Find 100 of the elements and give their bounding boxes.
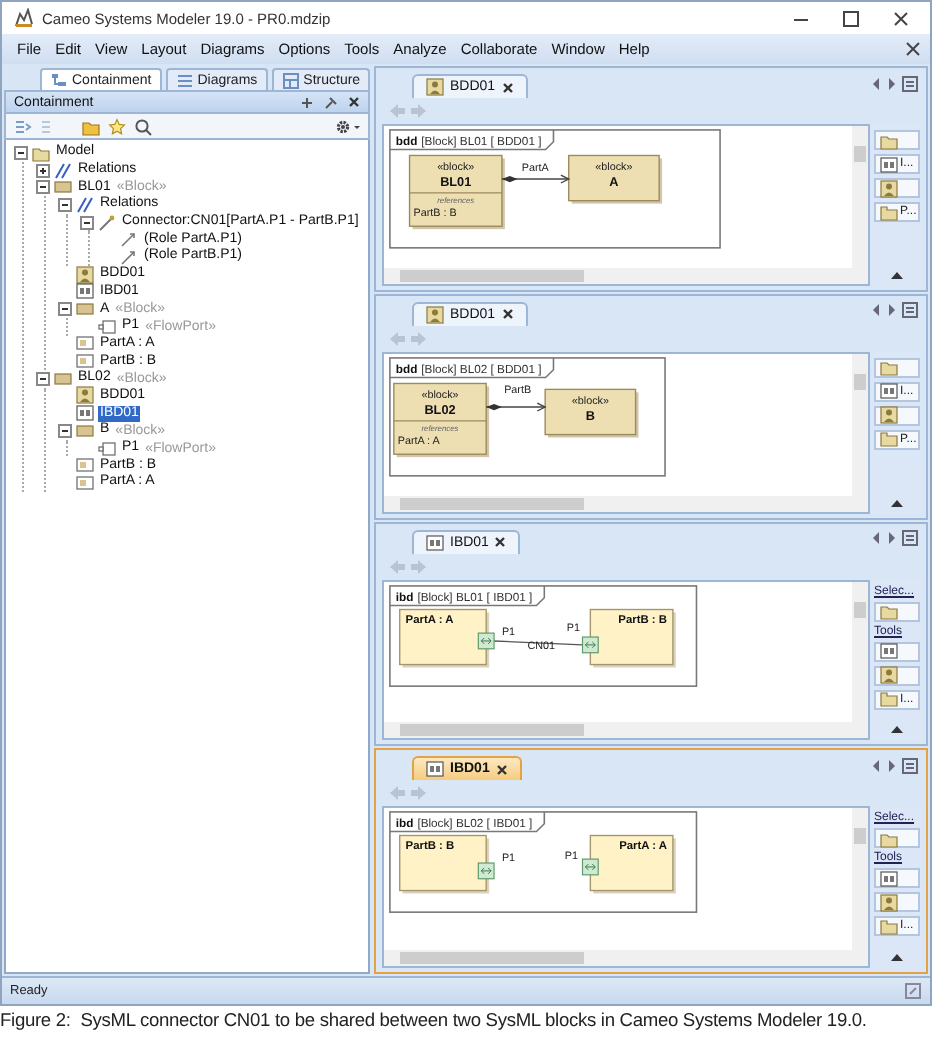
list-icon — [175, 71, 194, 89]
package-icon — [880, 917, 898, 936]
part-icon — [76, 473, 94, 492]
palette-tool[interactable] — [874, 178, 920, 198]
vertical-scrollbar[interactable] — [852, 126, 868, 268]
relation-icon — [76, 195, 94, 214]
folder-icon — [880, 829, 898, 848]
caret-up-icon[interactable] — [890, 724, 904, 735]
palette-tool[interactable] — [874, 641, 920, 661]
part-icon — [76, 456, 94, 475]
relation-icon — [54, 161, 72, 180]
vertical-scrollbar[interactable] — [852, 808, 868, 950]
collapse-toggle-icon[interactable] — [80, 215, 94, 230]
scroll-right-icon[interactable] — [886, 757, 898, 774]
diagram-icon — [880, 155, 898, 173]
horizontal-scrollbar[interactable] — [384, 722, 868, 739]
search-icon[interactable] — [134, 117, 152, 135]
scroll-left-icon[interactable] — [870, 530, 882, 546]
part-node — [399, 835, 490, 894]
app-icon — [14, 8, 34, 28]
diagram-icon — [880, 179, 898, 197]
vertical-scrollbar[interactable] — [852, 353, 868, 495]
palette-tool[interactable] — [874, 357, 920, 378]
block-icon — [54, 178, 72, 197]
association-line — [501, 174, 571, 184]
block-icon — [76, 300, 94, 319]
collapse-toggle-icon[interactable] — [36, 180, 50, 195]
diagram-icon — [426, 760, 444, 779]
caret-up-icon[interactable] — [890, 497, 904, 507]
block-node — [408, 154, 505, 230]
close-icon[interactable] — [494, 536, 507, 548]
caret-up-icon[interactable] — [890, 952, 904, 962]
palette-tool[interactable] — [874, 665, 920, 685]
diagram-icon — [880, 642, 898, 660]
palette-tool[interactable] — [874, 868, 920, 889]
palette-tool[interactable] — [874, 892, 920, 913]
expand-toggle-icon[interactable] — [36, 163, 50, 178]
role-icon — [120, 247, 138, 266]
vertical-scrollbar[interactable] — [852, 581, 868, 723]
package-icon — [880, 203, 898, 221]
diagram-icon — [76, 386, 94, 405]
tree-icon — [50, 71, 68, 89]
maximize-icon[interactable] — [842, 9, 860, 27]
folder-icon — [32, 143, 50, 162]
folder-icon — [880, 131, 898, 149]
caret-up-icon[interactable] — [890, 269, 904, 280]
scroll-right-icon[interactable] — [886, 530, 898, 546]
diagram-icon — [880, 869, 898, 888]
collapse-toggle-icon[interactable] — [58, 423, 72, 438]
scroll-left-icon[interactable] — [870, 75, 882, 91]
block-node — [544, 388, 639, 437]
close-icon[interactable] — [501, 308, 514, 321]
port-node — [477, 631, 495, 649]
resize-grip-icon — [904, 982, 922, 1000]
close-icon[interactable] — [348, 96, 360, 108]
part-node — [589, 835, 676, 894]
close-icon[interactable] — [501, 81, 514, 93]
horizontal-scrollbar[interactable] — [384, 495, 868, 511]
collapse-all-icon[interactable] — [14, 117, 32, 135]
palette-tool[interactable] — [874, 405, 920, 426]
part-node — [399, 607, 490, 667]
part-icon — [76, 334, 94, 353]
settings-icon[interactable] — [334, 117, 360, 135]
tab-list-icon[interactable] — [902, 530, 918, 546]
diagram-icon — [76, 404, 94, 423]
connector-line — [493, 639, 584, 645]
scroll-left-icon[interactable] — [870, 302, 882, 319]
port-icon — [98, 317, 116, 336]
connector-icon — [98, 213, 116, 232]
block-node — [393, 382, 490, 457]
block-node — [568, 154, 663, 204]
diagram-icon — [426, 305, 444, 324]
close-icon[interactable] — [904, 40, 922, 58]
port-node — [581, 859, 599, 876]
scroll-right-icon[interactable] — [886, 302, 898, 319]
diagram-icon — [76, 282, 94, 301]
port-node — [477, 862, 495, 880]
tab-list-icon[interactable] — [902, 757, 918, 774]
scroll-left-icon[interactable] — [870, 757, 882, 774]
horizontal-scrollbar[interactable] — [384, 950, 868, 966]
port-node — [581, 635, 599, 653]
diagram-icon — [880, 406, 898, 425]
collapse-toggle-icon[interactable] — [58, 302, 72, 317]
close-icon[interactable] — [892, 9, 910, 27]
scroll-right-icon[interactable] — [886, 75, 898, 91]
tab-list-icon[interactable] — [902, 302, 918, 319]
star-icon[interactable] — [108, 117, 126, 135]
close-icon[interactable] — [495, 763, 508, 776]
diagram-icon — [880, 666, 898, 684]
collapse-toggle-icon[interactable] — [36, 371, 50, 386]
association-line — [485, 401, 547, 412]
tab-list-icon[interactable] — [902, 75, 918, 91]
palette-tool[interactable] — [874, 130, 920, 150]
horizontal-scrollbar[interactable] — [384, 267, 868, 284]
palette-tool[interactable] — [874, 601, 920, 621]
port-icon — [98, 439, 116, 458]
collapse-toggle-icon[interactable] — [58, 197, 72, 212]
block-icon — [54, 369, 72, 388]
collapse-toggle-icon[interactable] — [14, 145, 28, 160]
palette-tool[interactable] — [874, 828, 920, 849]
